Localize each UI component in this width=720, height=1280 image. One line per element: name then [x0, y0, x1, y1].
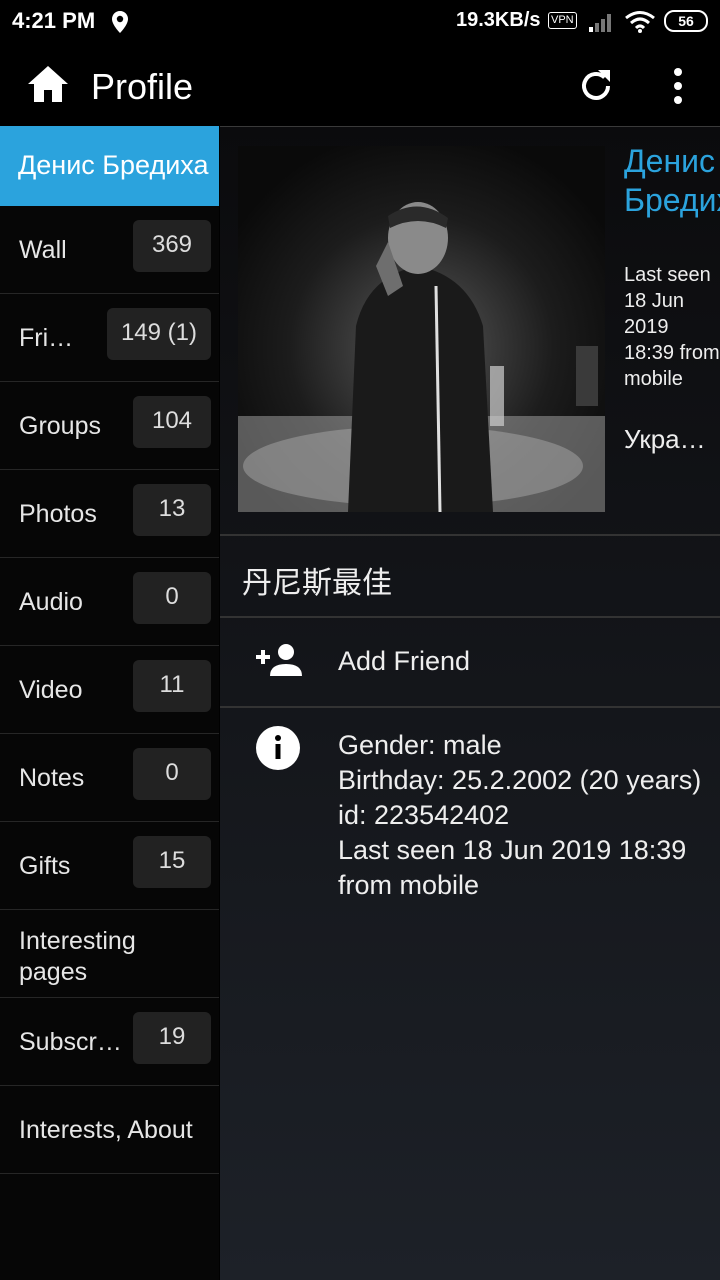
drawer-item-label: Interests, About	[19, 1116, 193, 1144]
battery-indicator: 56	[664, 10, 708, 32]
home-icon[interactable]	[26, 64, 70, 104]
drawer-item-label: Groups	[19, 412, 101, 440]
drawer-item-label: Interesting pages	[19, 927, 136, 986]
drawer-item-label: Wall	[19, 236, 67, 264]
app-bar: Profile	[0, 44, 720, 126]
add-person-icon	[256, 644, 302, 676]
drawer-item-label: Notes	[19, 764, 85, 792]
network-speed: 19.3KB/s	[456, 9, 541, 31]
divider	[220, 534, 720, 536]
status-bar: 4:21 PM 19.3KB/s VPN 56	[0, 0, 720, 44]
drawer-item-video[interactable]: Video 11	[0, 646, 219, 734]
drawer-item-groups[interactable]: Groups 104	[0, 382, 219, 470]
count-badge: 0	[133, 748, 211, 800]
profile-content: Денис Бредиха Last seen 18 Jun 2019 18:3…	[220, 126, 720, 1280]
status-time: 4:21 PM	[12, 8, 96, 33]
count-badge: 369	[133, 220, 211, 272]
add-friend-label: Add Friend	[338, 646, 471, 676]
drawer-item-label: Gifts	[19, 852, 71, 880]
drawer-item-label: Friends	[19, 324, 83, 352]
drawer-item-label: Video	[19, 676, 83, 704]
divider	[220, 706, 720, 708]
profile-name: Денис Бредиха	[624, 143, 720, 218]
profile-status: 丹尼斯最佳	[242, 567, 392, 600]
more-vert-icon[interactable]	[668, 66, 688, 106]
count-badge: 0	[133, 572, 211, 624]
drawer-item-audio[interactable]: Audio 0	[0, 558, 219, 646]
drawer-item-gifts[interactable]: Gifts 15	[0, 822, 219, 910]
profile-photo[interactable]	[238, 146, 605, 512]
drawer-item-label: Subscriptions	[19, 1028, 123, 1056]
drawer-item-wall[interactable]: Wall 369	[0, 206, 219, 294]
count-badge: 11	[133, 660, 211, 712]
location-icon	[112, 11, 128, 33]
info-icon	[256, 726, 300, 770]
refresh-icon[interactable]	[576, 66, 616, 106]
info-birthday: Birthday: 25.2.2002 (20 years)	[338, 765, 702, 795]
drawer-header-name: Денис Бредиха	[18, 150, 209, 180]
wifi-icon	[625, 11, 655, 33]
info-id: id: 223542402	[338, 800, 510, 830]
drawer-item-label: Photos	[19, 500, 97, 528]
drawer-item-interests-about[interactable]: Interests, About	[0, 1086, 219, 1174]
drawer-item-friends[interactable]: Friends 149 (1)	[0, 294, 219, 382]
drawer-item-label: Audio	[19, 588, 83, 616]
app-bar-divider	[220, 126, 720, 127]
profile-country: Украина	[624, 424, 720, 454]
drawer-item-subscriptions[interactable]: Subscriptions 19	[0, 998, 219, 1086]
navigation-drawer: Денис Бредиха Wall 369 Friends 149 (1) G…	[0, 126, 219, 1280]
count-badge: 149 (1)	[106, 308, 211, 360]
count-badge: 19	[133, 1012, 211, 1064]
info-gender: Gender: male	[338, 730, 502, 760]
count-badge: 104	[133, 396, 211, 448]
drawer-item-interesting-pages[interactable]: Interesting pages	[0, 910, 219, 998]
count-badge: 13	[133, 484, 211, 536]
add-friend-button[interactable]: Add Friend	[220, 618, 720, 706]
profile-photo-image	[238, 146, 605, 512]
profile-last-seen: Last seen 18 Jun 2019 18:39 from mobile	[624, 264, 720, 390]
vpn-badge: VPN	[548, 12, 577, 29]
page-title: Profile	[91, 66, 194, 107]
drawer-item-photos[interactable]: Photos 13	[0, 470, 219, 558]
drawer-item-notes[interactable]: Notes 0	[0, 734, 219, 822]
count-badge: 15	[133, 836, 211, 888]
info-last-seen: Last seen 18 Jun 2019 18:39 from mobile	[338, 835, 687, 900]
drawer-header-profile[interactable]: Денис Бредиха	[0, 126, 219, 206]
signal-icon	[589, 14, 611, 32]
